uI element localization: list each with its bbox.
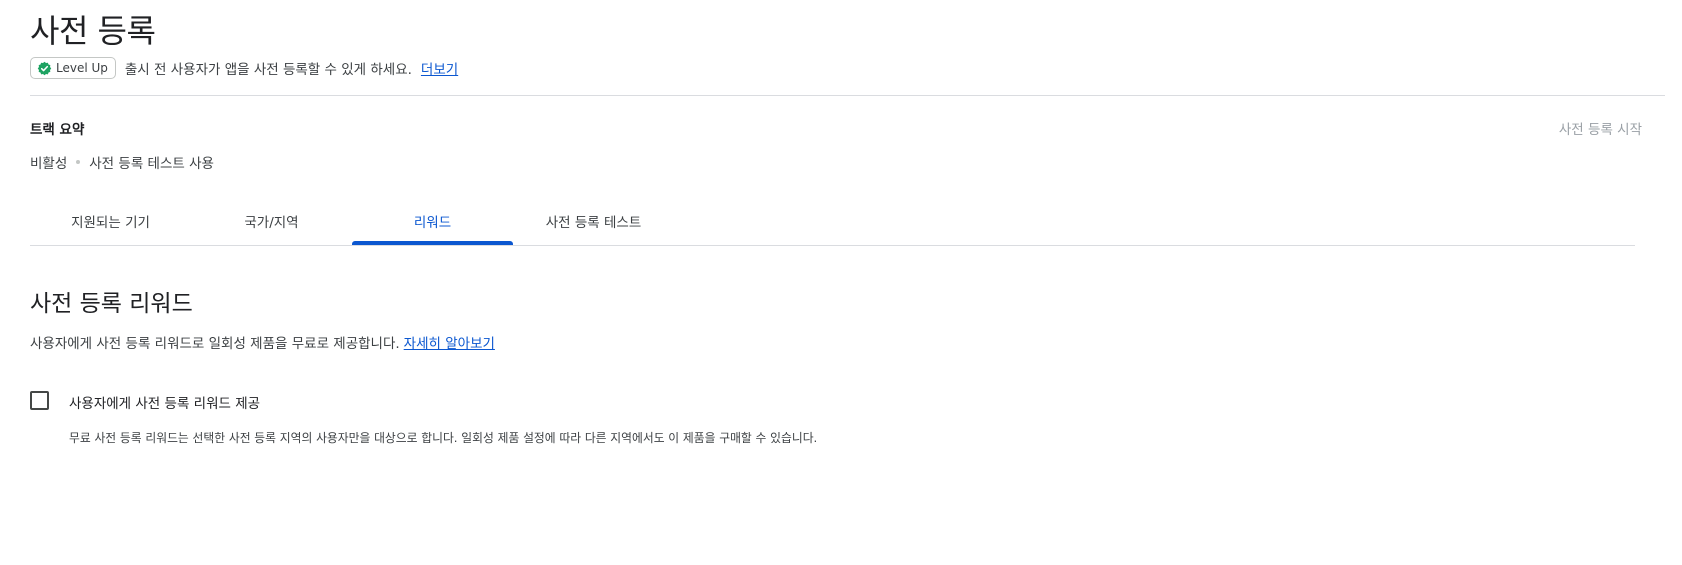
track-summary-title: 트랙 요약 bbox=[30, 122, 85, 138]
tab-bar: 지원되는 기기 국가/지역 리워드 사전 등록 테스트 bbox=[30, 205, 1635, 246]
tab-countries-regions[interactable]: 국가/지역 bbox=[191, 205, 352, 244]
offer-rewards-checkbox-label[interactable]: 사용자에게 사전 등록 리워드 제공 bbox=[69, 392, 260, 412]
more-link[interactable]: 더보기 bbox=[421, 58, 458, 78]
page-title: 사전 등록 bbox=[30, 12, 156, 50]
learn-more-link[interactable]: 자세히 알아보기 bbox=[404, 336, 495, 352]
tab-preregistration-test[interactable]: 사전 등록 테스트 bbox=[513, 205, 674, 244]
verified-badge-icon bbox=[37, 61, 52, 75]
tab-rewards[interactable]: 리워드 bbox=[352, 205, 513, 245]
start-preregistration-button[interactable]: 사전 등록 시작 bbox=[1559, 118, 1642, 138]
badge-label: Level Up bbox=[56, 61, 108, 75]
tab-supported-devices[interactable]: 지원되는 기기 bbox=[30, 205, 191, 244]
rewards-helper-text: 무료 사전 등록 리워드는 선택한 사전 등록 지역의 사용자만을 대상으로 합… bbox=[69, 431, 818, 445]
track-status-row: 비활성 사전 등록 테스트 사용 bbox=[30, 152, 214, 172]
level-up-badge: Level Up bbox=[30, 57, 116, 79]
status-separator-dot bbox=[76, 160, 81, 164]
subtitle-row: Level Up 출시 전 사용자가 앱을 사전 등록할 수 있게 하세요. 더… bbox=[30, 57, 458, 79]
rewards-description-text: 사용자에게 사전 등록 리워드로 일회성 제품을 무료로 제공합니다. bbox=[30, 336, 400, 352]
rewards-description: 사용자에게 사전 등록 리워드로 일회성 제품을 무료로 제공합니다. 자세히 알… bbox=[30, 332, 495, 352]
page-subtitle: 출시 전 사용자가 앱을 사전 등록할 수 있게 하세요. bbox=[124, 62, 412, 78]
header-divider bbox=[30, 95, 1665, 96]
track-status-detail: 사전 등록 테스트 사용 bbox=[89, 156, 214, 172]
rewards-section-title: 사전 등록 리워드 bbox=[30, 291, 193, 317]
offer-rewards-checkbox[interactable] bbox=[30, 391, 49, 410]
track-status: 비활성 bbox=[30, 156, 68, 172]
